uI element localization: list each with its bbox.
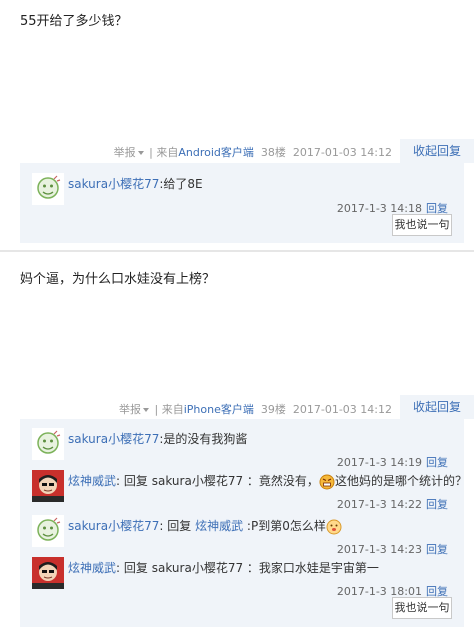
reply-username[interactable]: 炫神威武: [68, 474, 116, 488]
reply-text: sakura小樱花77:是的没有我狗酱: [68, 432, 248, 446]
floor-number: 38楼: [260, 146, 286, 159]
reply-time: 2017-1-3 14:23: [336, 543, 422, 556]
reply-item: 炫神威武: 回复 sakura小樱花77 ：我家口水娃是宇宙第一 2017-1-…: [32, 557, 452, 598]
reply-target[interactable]: sakura小樱花77: [152, 474, 243, 488]
post-floor-39: 妈个逼，为什么口水娃没有上榜？ 举报 | 来自iPhone客户端 39楼 201…: [0, 252, 474, 637]
reply-link[interactable]: 回复: [426, 498, 448, 511]
reply-username[interactable]: sakura小樱花77: [68, 519, 159, 533]
reply-item: sakura小樱花77: 回复 炫神威武 :P到第0怎么样 2017-1-3 1…: [32, 515, 452, 556]
smile-face-icon: [326, 519, 342, 534]
reply-time: 2017-1-3 14:22: [336, 498, 422, 511]
reply-link[interactable]: 回复: [426, 543, 448, 556]
caret-down-icon: [137, 151, 144, 155]
user-avatar-icon[interactable]: [32, 470, 64, 502]
default-avatar-icon[interactable]: [32, 515, 64, 547]
reply-target[interactable]: 炫神威武: [195, 519, 243, 533]
reply-message: ：竟然没有，: [246, 474, 319, 488]
device-link[interactable]: iPhone客户端: [184, 403, 254, 416]
default-avatar-icon[interactable]: [32, 428, 64, 460]
reply-item: sakura小樱花77:是的没有我狗酱 2017-1-3 14:19 回复: [32, 428, 452, 469]
say-something-button[interactable]: 我也说一句: [392, 597, 452, 619]
reply-message-continued: 这他妈的是哪个统计的？: [334, 474, 467, 488]
post-meta: 举报 | 来自iPhone客户端 39楼 2017-01-03 14:12: [119, 401, 392, 417]
reply-box: sakura小樱花77:是的没有我狗酱 2017-1-3 14:19 回复 炫神威…: [20, 419, 467, 627]
reply-message: 给了8E: [163, 177, 203, 191]
user-avatar-icon[interactable]: [32, 557, 64, 589]
report-link[interactable]: 举报: [119, 403, 151, 416]
reply-username[interactable]: 炫神威武: [68, 561, 116, 575]
reply-item: 炫神威武: 回复 sakura小樱花77 ：竟然没有， 这他妈的是哪个统计的？ 2…: [32, 470, 467, 511]
reply-target[interactable]: sakura小樱花77: [152, 561, 243, 575]
reply-time: 2017-1-3 14:19: [336, 456, 422, 469]
caret-down-icon: [143, 408, 150, 412]
reply-text: 炫神威武: 回复 sakura小樱花77 ：我家口水娃是宇宙第一: [68, 561, 379, 575]
reply-meta: 2017-1-3 14:23 回复: [337, 541, 448, 557]
source-prefix: | 来自: [149, 146, 179, 159]
reply-meta: 2017-1-3 14:22 回复: [337, 496, 448, 512]
reply-message: :P到第0怎么样: [246, 519, 326, 533]
reply-username[interactable]: sakura小樱花77: [68, 177, 159, 191]
reply-text: 炫神威武: 回复 sakura小樱花77 ：竟然没有， 这他妈的是哪个统计的？: [68, 474, 467, 489]
source-prefix: | 来自: [154, 403, 184, 416]
reply-username[interactable]: sakura小樱花77: [68, 432, 159, 446]
reply-box: sakura小樱花77:给了8E 2017-1-3 14:18 回复 我也说一句: [20, 163, 464, 243]
post-content: 妈个逼，为什么口水娃没有上榜？: [20, 272, 216, 287]
fold-replies-button[interactable]: 收起回复: [400, 139, 474, 163]
post-meta: 举报 | 来自Android客户端 38楼 2017-01-03 14:12: [114, 144, 392, 160]
reply-link[interactable]: 回复: [426, 456, 448, 469]
reply-text: sakura小樱花77:给了8E: [68, 177, 203, 191]
reply-item: sakura小樱花77:给了8E 2017-1-3 14:18 回复: [32, 173, 452, 215]
say-something-button[interactable]: 我也说一句: [392, 214, 452, 236]
floor-number: 39楼: [260, 403, 286, 416]
reply-message: ：我家口水娃是宇宙第一: [246, 561, 379, 575]
angry-face-icon: [319, 474, 335, 489]
post-floor-38: 55开给了多少钱？ 举报 | 来自Android客户端 38楼 2017-01-…: [0, 0, 474, 250]
fold-replies-button[interactable]: 收起回复: [400, 395, 474, 419]
reply-meta: 2017-1-3 14:19 回复: [337, 454, 448, 470]
reply-message: 是的没有我狗酱: [163, 432, 248, 446]
post-time: 2017-01-03 14:12: [292, 146, 392, 159]
device-link[interactable]: Android客户端: [178, 146, 254, 159]
default-avatar-icon[interactable]: [32, 173, 64, 205]
post-time: 2017-01-03 14:12: [292, 403, 392, 416]
report-link[interactable]: 举报: [114, 146, 146, 159]
reply-text: sakura小樱花77: 回复 炫神威武 :P到第0怎么样: [68, 517, 342, 535]
post-content: 55开给了多少钱？: [20, 14, 128, 29]
